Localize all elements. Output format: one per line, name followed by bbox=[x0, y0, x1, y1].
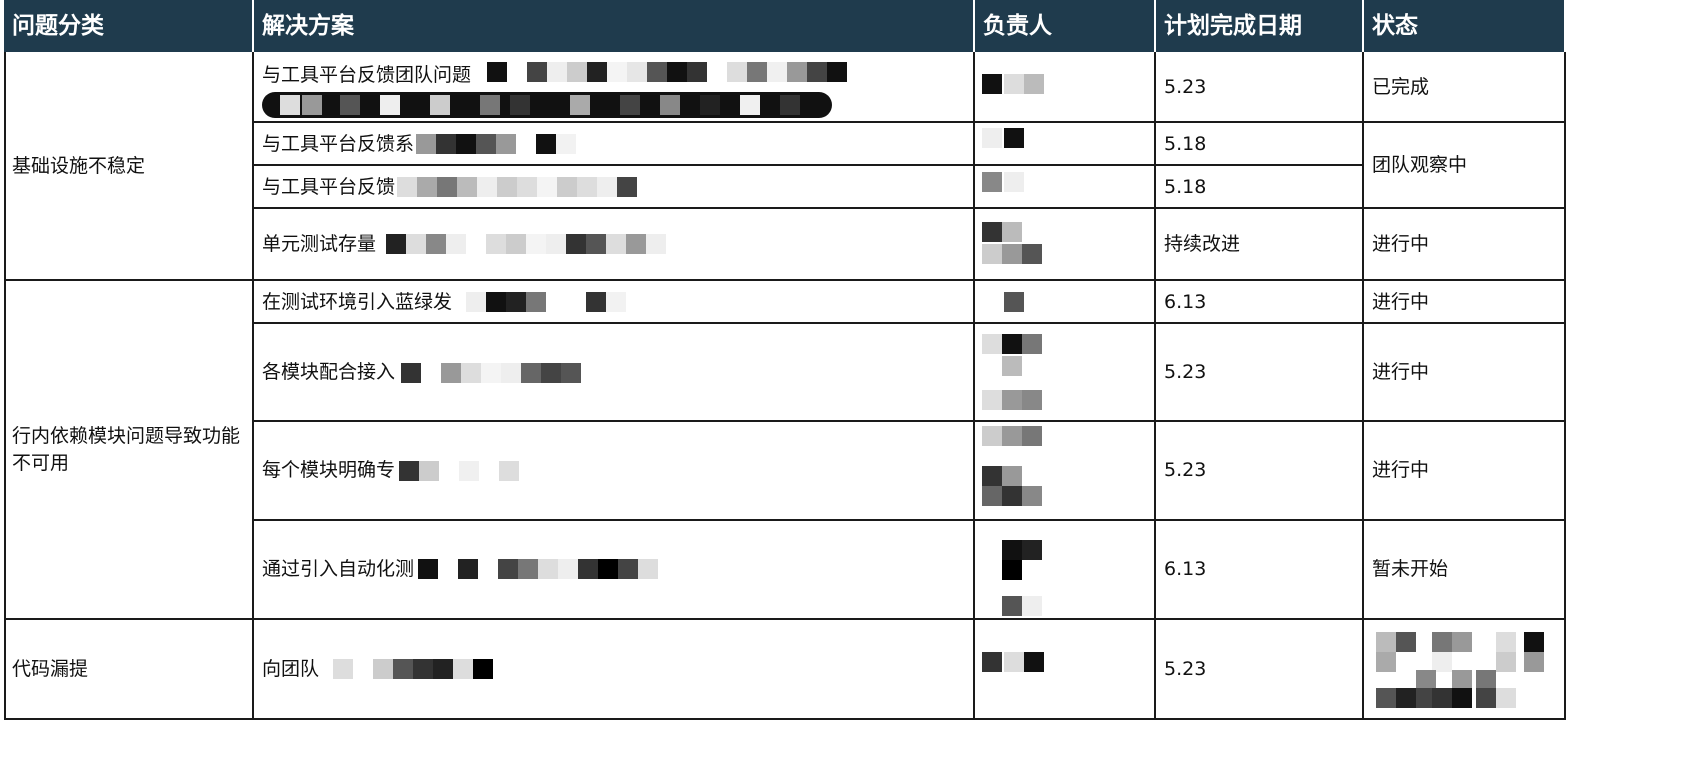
grid-line bbox=[4, 279, 1566, 281]
grid-line bbox=[252, 420, 1566, 422]
grid-line bbox=[252, 207, 1566, 209]
table-grid bbox=[4, 0, 1687, 776]
grid-line bbox=[252, 121, 1566, 123]
grid-line bbox=[252, 164, 1362, 166]
grid-line bbox=[4, 618, 1566, 620]
grid-line bbox=[252, 322, 1566, 324]
grid-line bbox=[4, 718, 1566, 720]
plan-table: 问题分类 解决方案 负责人 计划完成日期 状态 基础设施不稳定 行内依赖模块问题… bbox=[4, 0, 1687, 776]
grid-line bbox=[252, 519, 1566, 521]
